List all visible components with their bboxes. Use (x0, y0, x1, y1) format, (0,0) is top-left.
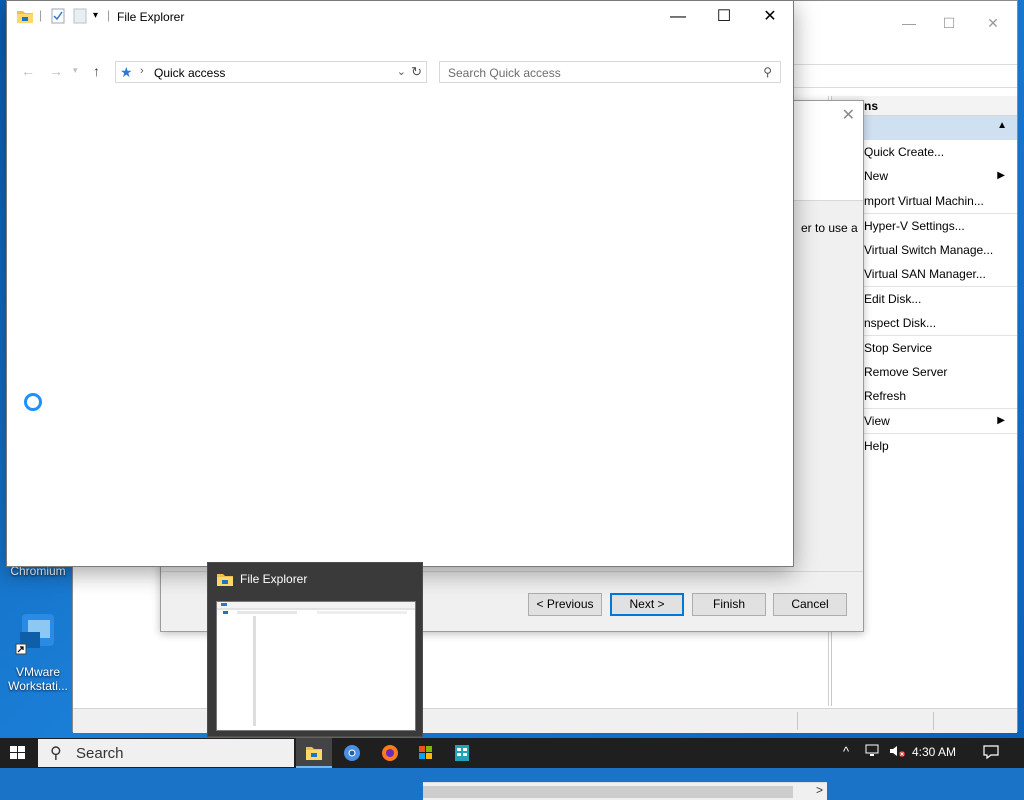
address-bar[interactable]: ★ › Quick access ⌄ ↻ (115, 61, 427, 83)
address-dropdown-icon[interactable]: ⌄ (397, 65, 406, 78)
divider-icon: | (107, 8, 111, 22)
search-icon: ⚲ (763, 65, 772, 79)
explorer-title: File Explorer (117, 10, 185, 24)
taskbar-store[interactable] (408, 738, 444, 768)
action-label: Hyper-V Settings... (864, 219, 965, 234)
vmware-workstation-icon[interactable] (14, 612, 62, 656)
taskbar-search-label: Search (76, 745, 124, 762)
action-label: Stop Service (864, 341, 933, 356)
taskbar: ⚲ Search ^ 4:30 AM (0, 738, 1024, 768)
taskbar-hyperv-manager[interactable] (444, 738, 480, 768)
scrollbar-thumb[interactable] (423, 786, 793, 798)
action-center-icon[interactable] (982, 744, 1000, 763)
file-explorer-icon (216, 571, 234, 590)
finish-button[interactable]: Finish (692, 593, 766, 616)
explorer-minimize-button[interactable]: — (655, 5, 701, 29)
hyperv-maximize-button[interactable]: ☐ (939, 15, 959, 35)
search-placeholder: Search Quick access (448, 66, 561, 80)
loading-spinner-icon (24, 393, 42, 411)
collapse-up-icon[interactable]: ▲ (997, 120, 1007, 131)
taskbar-firefox[interactable] (372, 738, 408, 768)
volume-muted-icon[interactable] (888, 744, 906, 761)
taskbar-clock[interactable]: 4:30 AM (912, 745, 956, 759)
refresh-icon[interactable]: ↻ (411, 64, 422, 80)
quick-access-star-icon: ★ (120, 64, 133, 80)
up-arrow-icon[interactable]: ↑ (93, 63, 100, 79)
horizontal-scrollbar[interactable]: > (423, 782, 827, 800)
action-label: Edit Disk... (864, 292, 922, 307)
preview-image[interactable] (216, 601, 416, 731)
action-label: mport Virtual Machin... (864, 193, 984, 208)
action-label: Remove Server (864, 364, 948, 379)
divider-icon: | (39, 8, 43, 22)
recent-locations-icon[interactable]: ▾ (73, 65, 78, 76)
file-explorer-window: | ▾ | File Explorer — ☐ ✕ ← → ▾ ↑ ★ › Qu… (6, 0, 794, 567)
action-label: New (864, 169, 889, 184)
start-button[interactable] (0, 738, 36, 768)
hyperv-close-button[interactable]: ✕ (983, 15, 1003, 35)
show-hidden-icons-chevron[interactable]: ^ (843, 744, 849, 759)
properties-icon[interactable] (51, 8, 65, 27)
wizard-description-text: er to use a (801, 221, 858, 235)
submenu-arrow-icon: ▶ (997, 170, 1005, 182)
previous-button[interactable]: < Previous (528, 593, 602, 616)
breadcrumb-chevron-icon[interactable]: › (140, 65, 144, 77)
taskbar-search-box[interactable]: ⚲ Search (38, 739, 294, 767)
new-folder-icon[interactable] (73, 8, 87, 27)
taskbar-thumbnail-preview[interactable]: File Explorer (207, 562, 423, 737)
next-button[interactable]: Next > (610, 593, 684, 616)
back-arrow-icon[interactable]: ← (21, 63, 35, 79)
hyperv-minimize-button[interactable]: — (899, 15, 919, 35)
desktop: Chromium VMware Workstati... — ☐ ✕ > ns (0, 0, 1024, 800)
explorer-close-button[interactable]: ✕ (747, 5, 793, 29)
wizard-close-button[interactable]: ✕ (842, 105, 855, 125)
action-label: nspect Disk... (864, 315, 937, 330)
taskbar-chromium[interactable] (334, 738, 370, 768)
search-icon: ⚲ (50, 745, 62, 762)
status-divider (797, 712, 798, 730)
action-label: Help (864, 438, 889, 453)
status-divider (933, 712, 934, 730)
explorer-navigation-bar: ← → ▾ ↑ ★ › Quick access ⌄ ↻ Search Quic… (7, 59, 793, 87)
address-text: Quick access (154, 66, 226, 80)
search-input[interactable]: Search Quick access ⚲ (439, 61, 781, 83)
folder-icon (16, 8, 34, 27)
action-label: Virtual SAN Manager... (864, 266, 986, 281)
explorer-titlebar: | ▾ | File Explorer — ☐ ✕ (7, 1, 793, 33)
forward-arrow-icon[interactable]: → (49, 63, 63, 79)
taskbar-file-explorer[interactable] (296, 738, 332, 768)
desktop-icon-vmware-label[interactable]: VMware Workstati... (2, 665, 74, 693)
network-icon[interactable] (865, 744, 881, 761)
action-label: Virtual Switch Manage... (864, 242, 994, 257)
explorer-maximize-button[interactable]: ☐ (701, 5, 747, 29)
customize-quick-access-icon[interactable]: ▾ (93, 10, 98, 21)
cancel-button[interactable]: Cancel (773, 593, 847, 616)
action-label: View (864, 414, 890, 429)
submenu-arrow-icon: ▶ (997, 415, 1005, 427)
preview-title: File Explorer (240, 572, 308, 586)
action-label: Refresh (864, 388, 907, 403)
action-label: Quick Create... (864, 145, 945, 159)
scroll-right-icon[interactable]: > (816, 783, 823, 797)
